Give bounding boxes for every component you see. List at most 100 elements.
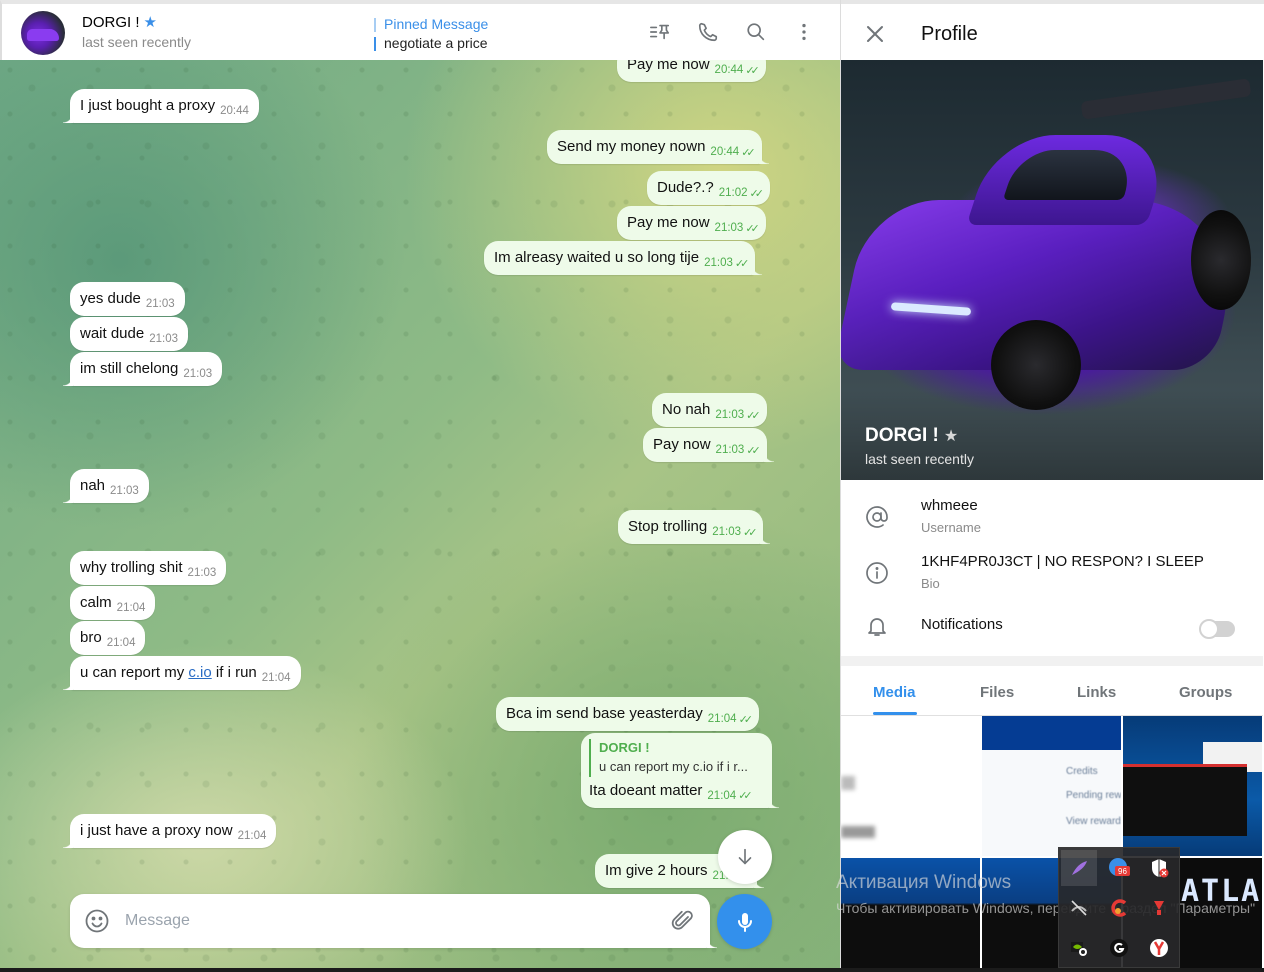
bio-value: 1KHF4PR0J3CT | NO RESPON? I SLEEP <box>921 553 1204 570</box>
profile-title: Profile <box>921 23 978 45</box>
star-icon: ★ <box>943 428 959 445</box>
message-outgoing-reply[interactable]: DORGI ! u can report my c.io if i r... I… <box>581 733 779 808</box>
tray-network[interactable] <box>1061 890 1097 926</box>
message-text: Send my money nown <box>557 138 706 155</box>
message-time: 21:03 <box>715 409 745 421</box>
message-text: calm <box>80 594 112 611</box>
tray-yandex[interactable] <box>1141 930 1177 966</box>
info-icon <box>866 562 888 584</box>
message-time: 21:03 <box>145 298 175 310</box>
media-thumbnail[interactable]: Credits Pending rewa View rewards <box>982 716 1121 856</box>
notifications-toggle[interactable] <box>1199 619 1235 639</box>
message-text: No nah <box>662 401 711 418</box>
message-text: im still chelong <box>80 360 179 377</box>
message-incoming[interactable]: bro 21:04 <box>70 621 146 655</box>
emoji-button[interactable] <box>84 908 110 934</box>
message-text: yes dude <box>80 290 141 307</box>
nvidia-icon <box>1071 942 1087 956</box>
message-text: Bca im send base yeasterday <box>506 705 703 722</box>
tray-feather[interactable] <box>1061 850 1097 886</box>
close-profile-button[interactable] <box>863 22 887 46</box>
message-input[interactable] <box>125 906 645 936</box>
thumb-text: ATLAN <box>1181 874 1262 909</box>
message-outgoing[interactable]: Dude?.? 21:02 ✓✓ <box>647 171 770 205</box>
chat-panel: DORGI ! ★ last seen recently Pinned Mess… <box>0 0 840 968</box>
media-thumbnail[interactable] <box>1123 716 1262 856</box>
message-text: u can report my c.io if i run <box>80 663 257 683</box>
message-link[interactable]: c.io <box>188 664 211 681</box>
voice-record-button[interactable] <box>717 894 772 949</box>
message-time: 21:02 <box>718 187 748 199</box>
call-button[interactable] <box>692 16 724 48</box>
pinned-message-bar[interactable]: Pinned Message negotiate a price <box>374 15 488 53</box>
tray-badge-count: 96 <box>1118 867 1127 876</box>
message-incoming[interactable]: u can report my c.io if i run 21:04 <box>63 656 301 690</box>
message-incoming[interactable]: calm 21:04 <box>70 586 156 620</box>
thumb-text: Credits <box>1066 766 1098 777</box>
profile-info-list: whmeee Username 1KHF4PR0J3CT | NO RESPON… <box>841 480 1263 656</box>
phone-icon <box>698 22 718 42</box>
tray-ccleaner[interactable] <box>1101 890 1137 926</box>
media-thumbnail[interactable] <box>841 716 980 856</box>
tray-logitech[interactable] <box>1101 930 1137 966</box>
peer-info[interactable]: DORGI ! ★ last seen recently <box>82 13 191 51</box>
message-time: 21:03 <box>704 257 733 269</box>
media-thumbnail[interactable] <box>841 858 980 968</box>
message-outgoing[interactable]: Pay now 21:03 ✓✓ <box>643 428 774 462</box>
message-outgoing[interactable]: Send my money nown 20:44 ✓✓ <box>547 130 769 164</box>
reply-quote[interactable]: DORGI ! u can report my c.io if i r... <box>589 739 762 777</box>
message-incoming[interactable]: im still chelong 21:03 <box>62 352 223 386</box>
tab-groups[interactable]: Groups <box>1179 684 1232 701</box>
pinned-list-button[interactable] <box>644 16 676 48</box>
profile-panel: Profile DORGI ! ★ last seen recently whm… <box>840 0 1264 968</box>
more-button[interactable] <box>788 16 820 48</box>
logitech-g-icon <box>1110 939 1128 957</box>
more-vertical-icon <box>802 23 806 41</box>
notifications-row[interactable]: Notifications <box>841 614 1263 644</box>
message-outgoing[interactable]: Im alreasy waited u so long tije 21:03 ✓… <box>484 241 763 275</box>
profile-header: Profile <box>841 0 1264 60</box>
peer-avatar[interactable] <box>21 11 65 55</box>
star-icon: ★ <box>143 14 157 31</box>
message-time: 21:03 <box>712 526 741 538</box>
username-row[interactable]: whmeee Username <box>841 496 1263 546</box>
peer-name: DORGI ! <box>82 14 140 31</box>
bio-row[interactable]: 1KHF4PR0J3CT | NO RESPON? I SLEEP Bio <box>841 552 1263 602</box>
tab-media[interactable]: Media <box>873 684 916 701</box>
message-incoming[interactable]: i just have a proxy now 21:04 <box>62 814 277 848</box>
attach-button[interactable] <box>670 908 696 934</box>
message-incoming[interactable]: yes dude 21:03 <box>70 282 185 316</box>
message-time: 20:44 <box>220 105 249 117</box>
message-text-part: if i run <box>211 664 257 681</box>
scroll-to-bottom-button[interactable] <box>718 830 772 884</box>
message-outgoing[interactable]: Pay me now 21:03 ✓✓ <box>617 206 766 240</box>
tray-badge-app[interactable]: 96 <box>1101 850 1137 886</box>
tab-files[interactable]: Files <box>980 684 1014 701</box>
badge-96-icon: 96 <box>1109 858 1130 876</box>
pinned-message-title: Pinned Message <box>384 16 489 32</box>
search-button[interactable] <box>740 16 772 48</box>
reply-text: u can report my c.io if i r... <box>599 759 748 774</box>
pinned-message-text: negotiate a price <box>384 35 488 51</box>
message-incoming[interactable]: I just bought a proxy 20:44 <box>63 89 259 123</box>
smile-icon <box>85 909 109 933</box>
thumb-text: Pending rewa <box>1066 790 1121 801</box>
message-incoming[interactable]: why trolling shit 21:03 <box>70 551 227 585</box>
search-icon <box>747 23 765 41</box>
active-tab-indicator <box>873 712 917 715</box>
tray-downloader[interactable] <box>1141 890 1177 926</box>
tray-nvidia[interactable] <box>1061 930 1097 966</box>
message-incoming[interactable]: wait dude 21:03 <box>70 317 188 351</box>
peer-status: last seen recently <box>82 34 191 50</box>
profile-photo[interactable]: DORGI ! ★ last seen recently <box>841 60 1263 480</box>
message-time: 21:03 <box>714 222 744 234</box>
message-outgoing[interactable]: No nah 21:03 ✓✓ <box>652 393 767 427</box>
tray-defender[interactable] <box>1141 850 1177 886</box>
message-outgoing[interactable]: Bca im send base yeasterday 21:04 ✓✓ <box>496 697 759 731</box>
close-icon <box>867 26 883 42</box>
profile-name: DORGI ! <box>865 425 939 446</box>
tab-links[interactable]: Links <box>1077 684 1116 701</box>
feather-icon <box>1072 861 1087 875</box>
message-incoming[interactable]: nah 21:03 <box>63 469 149 503</box>
message-outgoing[interactable]: Stop trolling 21:03 ✓✓ <box>618 510 771 544</box>
